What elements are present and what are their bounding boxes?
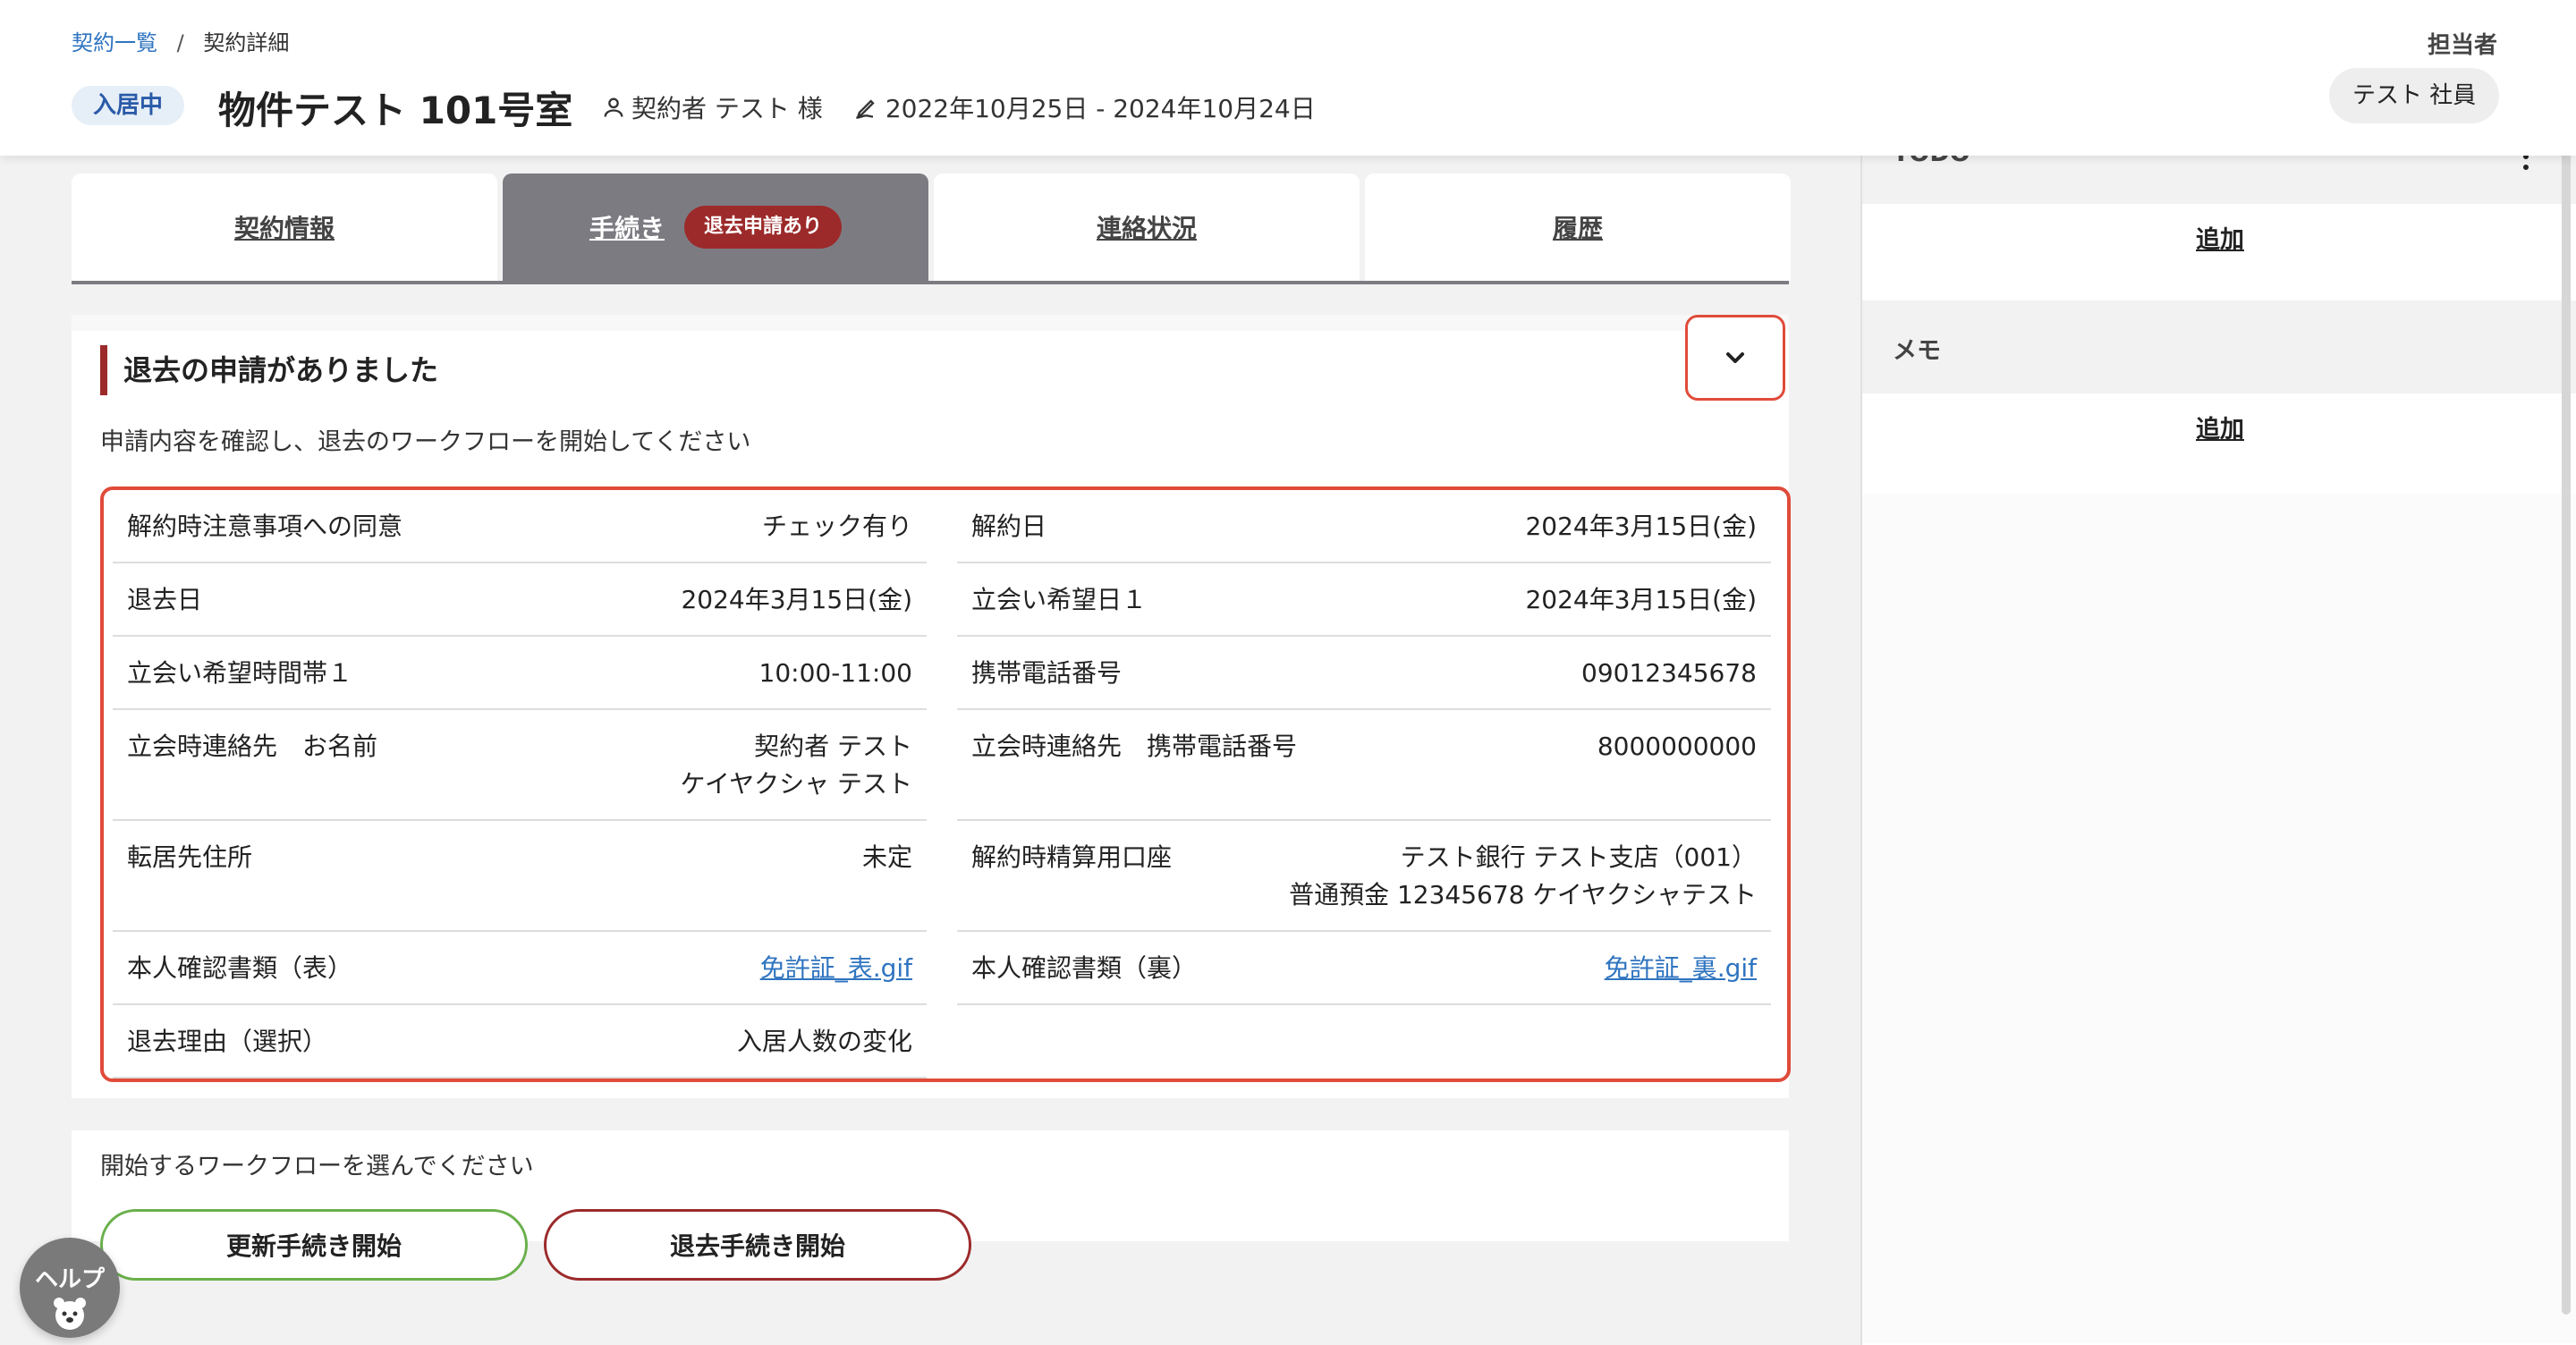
contractor-name: 契約者 テスト 様 (631, 94, 823, 123)
tab-history[interactable]: 履歴 (1365, 173, 1791, 281)
id-back-file-link[interactable]: 免許証_裏.gif (1605, 950, 1757, 987)
tab-contact-status[interactable]: 連絡状況 (934, 173, 1360, 281)
breadcrumb: 契約一覧 / 契約詳細 (72, 25, 289, 56)
detail-value: 契約者 テスト ケイヤクシャ テスト (680, 732, 912, 799)
detail-key: 退去理由（選択） (127, 1027, 328, 1056)
detail-key: 本人確認書類（裏） (971, 953, 1198, 983)
details-left-column: 解約時注意事項への同意 チェック有り 退去日 2024年3月15日(金) 立会い… (113, 490, 927, 1079)
tab-label: 履歴 (1552, 214, 1603, 243)
detail-row: 携帯電話番号 09012345678 (957, 637, 1771, 710)
detail-value: 09012345678 (1581, 658, 1757, 688)
detail-key: 携帯電話番号 (971, 658, 1123, 688)
help-button[interactable]: ヘルプ (20, 1238, 120, 1338)
start-renewal-button[interactable]: 更新手続き開始 (100, 1209, 528, 1281)
detail-key: 立会い希望時間帯１ (127, 658, 353, 688)
request-details: 解約時注意事項への同意 チェック有り 退去日 2024年3月15日(金) 立会い… (100, 486, 1791, 1082)
sidebar-empty-area (1862, 494, 2576, 1343)
request-instruction: 申請内容を確認し、退去のワークフローを開始してください (100, 428, 751, 456)
memo-add-link[interactable]: 追加 (1862, 410, 2576, 444)
detail-row: 本人確認書類（表） 免許証_表.gif (113, 932, 927, 1005)
detail-row: 解約時注意事項への同意 チェック有り (113, 490, 927, 563)
breadcrumb-contract-list-link[interactable]: 契約一覧 (72, 30, 157, 55)
status-badge: 入居中 (72, 86, 185, 125)
breadcrumb-current: 契約詳細 (203, 30, 290, 55)
page-header: 契約一覧 / 契約詳細 入居中 物件テスト 101号室 契約者 テスト 様 20… (0, 0, 2576, 156)
detail-key: 立会時連絡先 お名前 (127, 732, 378, 761)
move-out-request-badge: 退去申請あり (684, 206, 843, 249)
assignee-chip[interactable]: テスト 社員 (2329, 68, 2500, 123)
todo-add-link[interactable]: 追加 (1862, 220, 2576, 255)
detail-key: 転居先住所 (127, 842, 253, 872)
detail-row: 立会時連絡先 お名前 契約者 テスト ケイヤクシャ テスト (113, 710, 927, 821)
detail-row: 本人確認書類（裏） 免許証_裏.gif (957, 932, 1771, 1005)
tab-procedures[interactable]: 手続き 退去申請あり (503, 173, 928, 281)
workflow-instruction: 開始するワークフローを選んでください (100, 1153, 534, 1180)
person-icon (604, 97, 623, 117)
detail-key: 解約日 (971, 512, 1047, 541)
card-top-band (72, 315, 1789, 331)
assignee-label: 担当者 (2428, 32, 2498, 59)
detail-key: 解約時精算用口座 (971, 842, 1173, 872)
tab-label: 連絡状況 (1096, 214, 1197, 243)
tab-bar: 契約情報 手続き 退去申請あり 連絡状況 履歴 (72, 173, 1791, 284)
right-sidebar: TODO 追加 メモ 追加 (1860, 0, 2576, 1345)
detail-value: テスト銀行 テスト支店（001） 普通預金 12345678 ケイヤクシャテスト (1289, 842, 1757, 909)
detail-value: 10:00-11:00 (758, 658, 913, 688)
detail-row: 立会い希望時間帯１ 10:00-11:00 (113, 637, 927, 710)
page-title: 物件テスト 101号室 (218, 89, 573, 132)
chevron-down-icon (1726, 352, 1744, 363)
detail-value: 入居人数の変化 (736, 1027, 912, 1056)
move-out-request-card: 退去の申請がありました 申請内容を確認し、退去のワークフローを開始してください … (72, 315, 1791, 1281)
breadcrumb-separator: / (176, 30, 184, 55)
memo-title: メモ (1893, 337, 1941, 365)
section-title: 退去の申請がありました (100, 345, 438, 395)
tab-underline (72, 281, 1789, 284)
card-divider (72, 1098, 1789, 1130)
detail-row: 退去理由（選択） 入居人数の変化 (113, 1005, 927, 1079)
detail-row: 解約時精算用口座 テスト銀行 テスト支店（001） 普通預金 12345678 … (957, 821, 1771, 932)
detail-row: 立会時連絡先 携帯電話番号 8000000000 (957, 710, 1771, 821)
collapse-toggle-button[interactable] (1685, 315, 1785, 401)
tab-label: 手続き (589, 214, 665, 243)
page-scrollbar[interactable] (2562, 113, 2571, 1315)
detail-key: 退去日 (127, 585, 203, 614)
detail-key: 本人確認書類（表） (127, 953, 353, 983)
detail-key: 解約時注意事項への同意 (127, 512, 403, 541)
memo-header: メモ (1862, 300, 2576, 393)
detail-value: 未定 (861, 842, 912, 872)
detail-row: 立会い希望日１ 2024年3月15日(金) (957, 563, 1771, 637)
mascot-icon (54, 1298, 86, 1330)
detail-value: 8000000000 (1597, 732, 1757, 761)
id-front-file-link[interactable]: 免許証_表.gif (760, 950, 912, 987)
detail-value: 2024年3月15日(金) (681, 585, 912, 614)
contract-meta: 契約者 テスト 様 2022年10月25日 - 2024年10月24日 (601, 89, 1316, 125)
detail-row: 解約日 2024年3月15日(金) (957, 490, 1771, 563)
detail-row: 退去日 2024年3月15日(金) (113, 563, 927, 637)
signature-pen-icon (856, 99, 875, 119)
detail-value: 2024年3月15日(金) (1525, 512, 1757, 541)
detail-value: 2024年3月15日(金) (1525, 585, 1757, 614)
tab-contract-info[interactable]: 契約情報 (72, 173, 497, 281)
contract-period: 2022年10月25日 - 2024年10月24日 (885, 94, 1316, 123)
detail-row: 転居先住所 未定 (113, 821, 927, 932)
help-label: ヘルプ (34, 1266, 105, 1293)
detail-key: 立会時連絡先 携帯電話番号 (971, 732, 1298, 761)
start-move-out-button[interactable]: 退去手続き開始 (544, 1209, 971, 1281)
detail-key: 立会い希望日１ (971, 585, 1148, 614)
details-right-column: 解約日 2024年3月15日(金) 立会い希望日１ 2024年3月15日(金) … (957, 490, 1771, 1005)
detail-value: チェック有り (761, 512, 912, 541)
tab-label: 契約情報 (233, 214, 335, 243)
